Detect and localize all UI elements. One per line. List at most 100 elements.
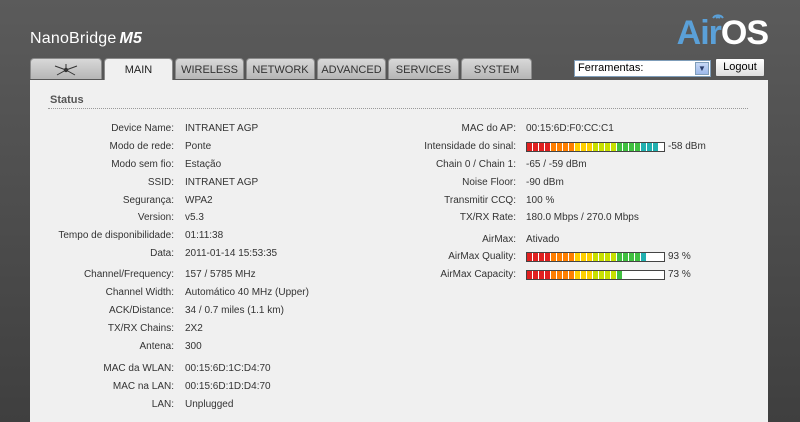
status-label: MAC da WLAN:	[103, 363, 174, 374]
tools-select[interactable]: Ferramentas: ▼	[574, 60, 711, 77]
bar-segment	[533, 271, 538, 279]
status-row-label-wrap: Channel/Frequency:	[30, 268, 174, 282]
status-value: WPA2	[185, 195, 213, 206]
status-value: 2X2	[185, 323, 203, 334]
bar-segment	[527, 253, 532, 261]
bar-segment	[551, 143, 556, 151]
status-title: Status	[50, 94, 84, 106]
status-label: Channel/Frequency:	[83, 269, 174, 280]
bar-segment	[629, 143, 634, 151]
tab-network[interactable]: NETWORK	[246, 58, 315, 79]
quality-value: 93 %	[668, 251, 691, 262]
bar-segment	[539, 253, 544, 261]
bar-segment	[581, 143, 586, 151]
tab-wireless[interactable]: WIRELESS	[175, 58, 244, 79]
bar-segment	[623, 253, 628, 261]
capacity-label: AirMax Capacity:	[440, 269, 516, 280]
status-value: 157 / 5785 MHz	[185, 269, 256, 280]
status-value: Automático 40 MHz (Upper)	[185, 287, 309, 298]
bar-segment	[551, 253, 556, 261]
capacity-bar	[526, 270, 665, 280]
bar-segment	[593, 253, 598, 261]
ubiquiti-logo-icon	[54, 64, 78, 76]
status-value: 01:11:38	[185, 230, 224, 241]
bar-segment	[581, 253, 586, 261]
bar-segment	[593, 143, 598, 151]
status-row-label-wrap: Data:	[30, 247, 174, 261]
status-row-label-wrap: Version:	[30, 211, 174, 225]
bar-segment	[629, 253, 634, 261]
bar-segment	[527, 143, 532, 151]
status-label: Tempo de disponibilidade:	[58, 230, 174, 241]
status-row-label-wrap: Device Name:	[30, 122, 174, 136]
status-panel: Status Device Name: INTRANET AGP Modo de r…	[30, 80, 768, 422]
bar-segment	[587, 271, 592, 279]
bar-segment	[653, 143, 658, 151]
status-label: TX/RX Chains:	[107, 323, 174, 334]
ccq-value: 100 %	[526, 195, 555, 206]
status-row-label-wrap: MAC da WLAN:	[30, 362, 174, 376]
rate-value: 180.0 Mbps / 270.0 Mbps	[526, 212, 639, 223]
signal-value: -58 dBm	[668, 141, 706, 152]
status-label: MAC na LAN:	[112, 381, 174, 392]
bar-segment	[575, 143, 580, 151]
status-row-label-wrap: TX/RX Chains:	[30, 322, 174, 336]
status-value: Estação	[185, 159, 222, 170]
tab-home[interactable]	[30, 58, 102, 79]
status-row-label-wrap: Modo de rede:	[30, 140, 175, 154]
bar-segment	[635, 253, 640, 261]
bar-segment	[539, 143, 544, 151]
tab-main[interactable]: MAIN	[104, 58, 173, 80]
status-label: SSID:	[147, 177, 174, 188]
bar-segment	[557, 253, 562, 261]
bar-segment	[611, 253, 616, 261]
bar-segment	[563, 271, 568, 279]
tab-advanced[interactable]: ADVANCED	[317, 58, 386, 79]
bar-segment	[533, 253, 538, 261]
status-value: 300	[185, 341, 202, 352]
bar-segment	[575, 253, 580, 261]
bar-segment	[647, 143, 652, 151]
bar-segment	[533, 143, 538, 151]
wifi-waves-icon	[711, 14, 724, 19]
bar-segment	[539, 271, 544, 279]
quality-label: AirMax Quality:	[448, 251, 516, 262]
status-value: 00:15:6D:1D:D4:70	[185, 381, 271, 392]
logo-os: OS	[720, 14, 769, 52]
bar-segment	[593, 271, 598, 279]
noise-value: -90 dBm	[526, 177, 564, 188]
bar-segment	[611, 143, 616, 151]
status-label: Device Name:	[111, 123, 174, 134]
status-row-label-wrap: MAC na LAN:	[30, 380, 174, 394]
bar-segment	[641, 253, 646, 261]
status-label: LAN:	[151, 399, 174, 410]
status-value: Unplugged	[185, 399, 234, 410]
tab-system[interactable]: SYSTEM	[461, 58, 532, 79]
status-value: INTRANET AGP	[185, 123, 259, 134]
quality-bar	[526, 252, 665, 262]
status-label: ACK/Distance:	[108, 305, 174, 316]
bar-segment	[581, 271, 586, 279]
brand-name: NanoBridge	[30, 30, 117, 47]
logout-button[interactable]: Logout	[715, 58, 765, 77]
bar-segment	[545, 143, 550, 151]
bar-segment	[611, 271, 616, 279]
signal-label: Intensidade do sinal:	[424, 141, 516, 152]
airos-logo: AirOS	[677, 14, 769, 52]
bar-segment	[605, 143, 610, 151]
status-label: Modo de rede:	[109, 141, 175, 152]
chevron-down-icon[interactable]: ▼	[695, 62, 709, 75]
tab-services[interactable]: SERVICES	[388, 58, 459, 79]
bar-segment	[527, 271, 532, 279]
bar-segment	[599, 143, 604, 151]
bar-segment	[563, 253, 568, 261]
bar-segment	[545, 253, 550, 261]
status-value: 34 / 0.7 miles (1.1 km)	[185, 305, 284, 316]
noise-label: Noise Floor:	[462, 177, 516, 188]
status-value: INTRANET AGP	[185, 177, 259, 188]
bar-segment	[617, 271, 622, 279]
mac-ap-value: 00:15:6D:F0:CC:C1	[526, 123, 614, 134]
status-label: Channel Width:	[105, 287, 174, 298]
status-value: v5.3	[185, 212, 204, 223]
bar-segment	[545, 271, 550, 279]
